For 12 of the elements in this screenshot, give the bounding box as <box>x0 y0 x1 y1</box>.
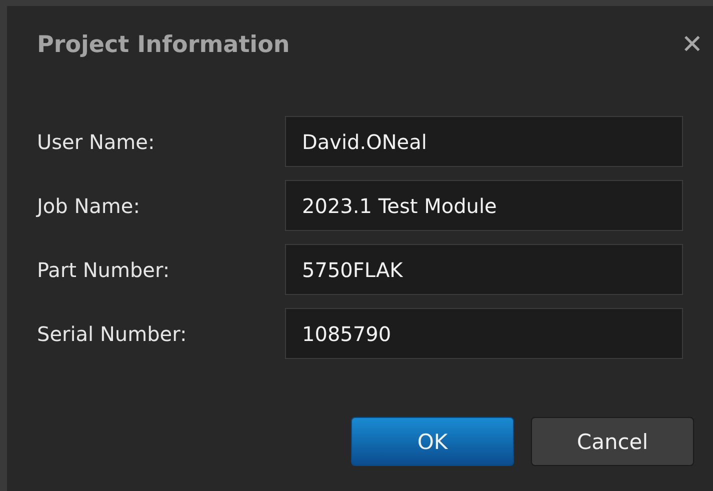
field-label: Job Name: <box>37 194 141 218</box>
input-field[interactable]: 2023.1 Test Module <box>285 180 683 231</box>
field-label: User Name: <box>37 130 156 154</box>
input-field[interactable]: 5750FLAK <box>285 244 683 295</box>
input-field[interactable]: 1085790 <box>285 308 683 359</box>
ok-button[interactable]: OK <box>351 417 514 466</box>
field-label: Serial Number: <box>37 322 188 346</box>
cancel-button[interactable]: Cancel <box>531 417 694 466</box>
close-button[interactable]: ✕ <box>671 30 713 60</box>
window-title: Project Information <box>37 32 290 58</box>
input-field[interactable]: David.ONeal <box>285 116 683 167</box>
field-label: Part Number: <box>37 258 171 282</box>
